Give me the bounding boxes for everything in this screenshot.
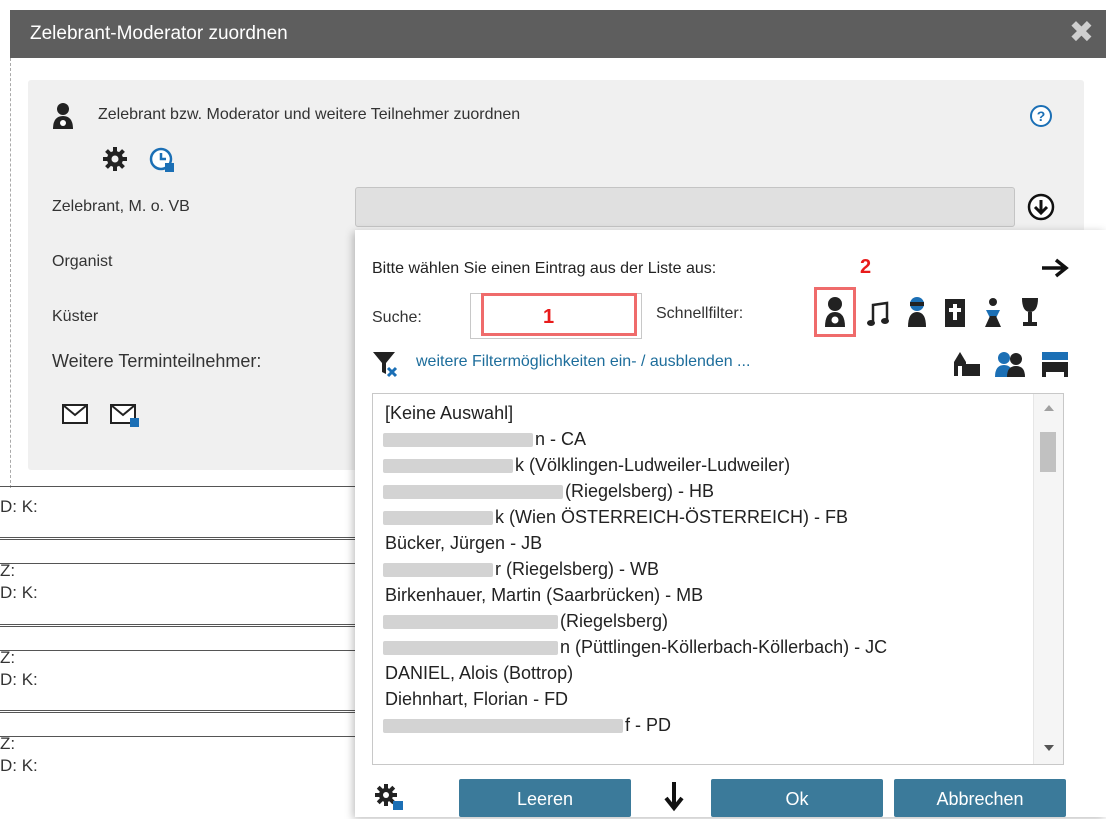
help-icon[interactable]: ? <box>1029 104 1053 128</box>
list-item-text: Diehnhart, Florian - FD <box>385 689 569 709</box>
panel-header-text: Zelebrant bzw. Moderator und weitere Tei… <box>98 106 521 123</box>
row-divider <box>0 563 380 564</box>
altar-server-icon[interactable] <box>982 296 1004 328</box>
redacted-name <box>383 485 563 500</box>
search-label: Suche: <box>372 309 422 326</box>
annotation-2: 2 <box>860 256 872 278</box>
list-item-text: (Riegelsberg) <box>560 611 669 631</box>
list-item-text: n (Püttlingen-Köllerbach-Köllerbach) - J… <box>560 637 888 657</box>
annotation-box-1 <box>481 293 637 336</box>
room-filter-icon[interactable] <box>1040 350 1070 378</box>
list-item[interactable]: (Riegelsberg) <box>383 611 668 632</box>
cross-book-icon[interactable] <box>944 298 966 328</box>
list-item[interactable]: f - PD <box>383 715 671 736</box>
person-filter-icon[interactable] <box>824 296 846 328</box>
music-note-icon[interactable] <box>866 300 890 328</box>
ok-button[interactable]: Ok <box>711 779 883 817</box>
list-item[interactable]: n - CA <box>383 429 586 450</box>
row-divider <box>0 624 380 627</box>
list-item[interactable]: [Keine Auswahl] <box>383 403 513 424</box>
row-divider <box>0 650 380 651</box>
list-item-text: f - PD <box>625 715 672 735</box>
arrow-right-icon[interactable] <box>1040 256 1070 280</box>
cancel-button[interactable]: Abbrechen <box>894 779 1066 817</box>
list-item[interactable]: k (Völklingen-Ludweiler-Ludweiler) <box>383 455 790 476</box>
list-item-text: k (Völklingen-Ludweiler-Ludweiler) <box>515 455 791 475</box>
close-icon[interactable]: ✖ <box>1069 18 1094 48</box>
label-kuester: Küster <box>52 308 99 325</box>
person-icon <box>53 103 73 129</box>
list-item[interactable]: r (Riegelsberg) - WB <box>383 559 659 580</box>
redacted-name <box>383 563 493 578</box>
dropdown-circle-icon[interactable] <box>1027 193 1055 221</box>
zelebrant-field[interactable] <box>355 187 1015 227</box>
gear-icon[interactable] <box>102 146 128 172</box>
help-glyph: ? <box>1037 108 1046 124</box>
more-filters-link[interactable]: weitere Filtermöglichkeiten ein- / ausbl… <box>416 353 750 371</box>
scroll-thumb[interactable] <box>1040 432 1056 472</box>
mail-forward-icon[interactable] <box>110 404 140 428</box>
list-item[interactable]: Birkenhauer, Martin (Saarbrücken) - MB <box>383 585 703 606</box>
list-item-text: [Keine Auswahl] <box>385 403 514 423</box>
group-filter-icon[interactable] <box>994 350 1026 378</box>
church-filter-icon[interactable] <box>952 350 982 378</box>
bg-row-text: Z: <box>0 561 16 580</box>
list-item-text: (Riegelsberg) - HB <box>565 481 715 501</box>
bg-row-text: Z: <box>0 648 16 667</box>
dialog-title: Zelebrant-Moderator zuordnen <box>30 23 288 44</box>
settings-icon[interactable] <box>374 783 404 811</box>
redacted-name <box>383 433 533 448</box>
list-item-text: DANIEL, Alois (Bottrop) <box>385 663 574 683</box>
listbox-scrollbar[interactable] <box>1033 394 1063 764</box>
row-divider <box>0 486 380 487</box>
label-organist: Organist <box>52 253 113 270</box>
chalice-icon[interactable] <box>1020 296 1040 328</box>
scroll-up-icon[interactable] <box>1043 404 1055 412</box>
mail-icon[interactable] <box>62 404 88 424</box>
redacted-name <box>383 719 623 734</box>
row-divider <box>0 537 380 540</box>
clear-button[interactable]: Leeren <box>459 779 631 817</box>
redacted-name <box>383 615 558 630</box>
arrow-down-icon[interactable] <box>662 780 686 812</box>
clock-refresh-icon[interactable] <box>148 146 176 174</box>
redacted-name <box>383 459 513 474</box>
scroll-down-icon[interactable] <box>1043 744 1055 752</box>
bg-row-text: D: K: <box>0 497 38 516</box>
label-zelebrant: Zelebrant, M. o. VB <box>52 198 190 215</box>
bg-row-text: Z: <box>0 734 16 753</box>
list-item-text: Birkenhauer, Martin (Saarbrücken) - MB <box>385 585 704 605</box>
filter-clear-icon[interactable] <box>372 350 398 378</box>
popup-prompt: Bitte wählen Sie einen Eintrag aus der L… <box>372 260 717 277</box>
sexton-filter-icon[interactable] <box>906 296 928 328</box>
list-item-text: r (Riegelsberg) - WB <box>495 559 660 579</box>
list-item[interactable]: n (Püttlingen-Köllerbach-Köllerbach) - J… <box>383 637 887 658</box>
row-divider <box>0 736 380 737</box>
bg-row-text: D: K: <box>0 583 38 602</box>
list-item[interactable]: DANIEL, Alois (Bottrop) <box>383 663 573 684</box>
person-listbox[interactable]: [Keine Auswahl] n - CA k (Völklingen-Lud… <box>372 393 1064 765</box>
list-item-text: n - CA <box>535 429 587 449</box>
label-weitere: Weitere Terminteilnehmer: <box>52 351 262 371</box>
bg-row-text: D: K: <box>0 756 38 775</box>
redacted-name <box>383 511 493 526</box>
bg-row-text: D: K: <box>0 670 38 689</box>
dialog-titlebar: Zelebrant-Moderator zuordnen ✖ <box>10 10 1106 58</box>
list-item[interactable]: Diehnhart, Florian - FD <box>383 689 568 710</box>
list-item-text: k (Wien ÖSTERREICH-ÖSTERREICH) - FB <box>495 507 849 527</box>
annotation-1: 1 <box>543 306 555 328</box>
list-item[interactable]: (Riegelsberg) - HB <box>383 481 714 502</box>
row-divider <box>0 710 380 713</box>
list-item[interactable]: Bücker, Jürgen - JB <box>383 533 542 554</box>
redacted-name <box>383 641 558 656</box>
quickfilter-label: Schnellfilter: <box>656 305 744 322</box>
list-item[interactable]: k (Wien ÖSTERREICH-ÖSTERREICH) - FB <box>383 507 848 528</box>
list-item-text: Bücker, Jürgen - JB <box>385 533 543 553</box>
